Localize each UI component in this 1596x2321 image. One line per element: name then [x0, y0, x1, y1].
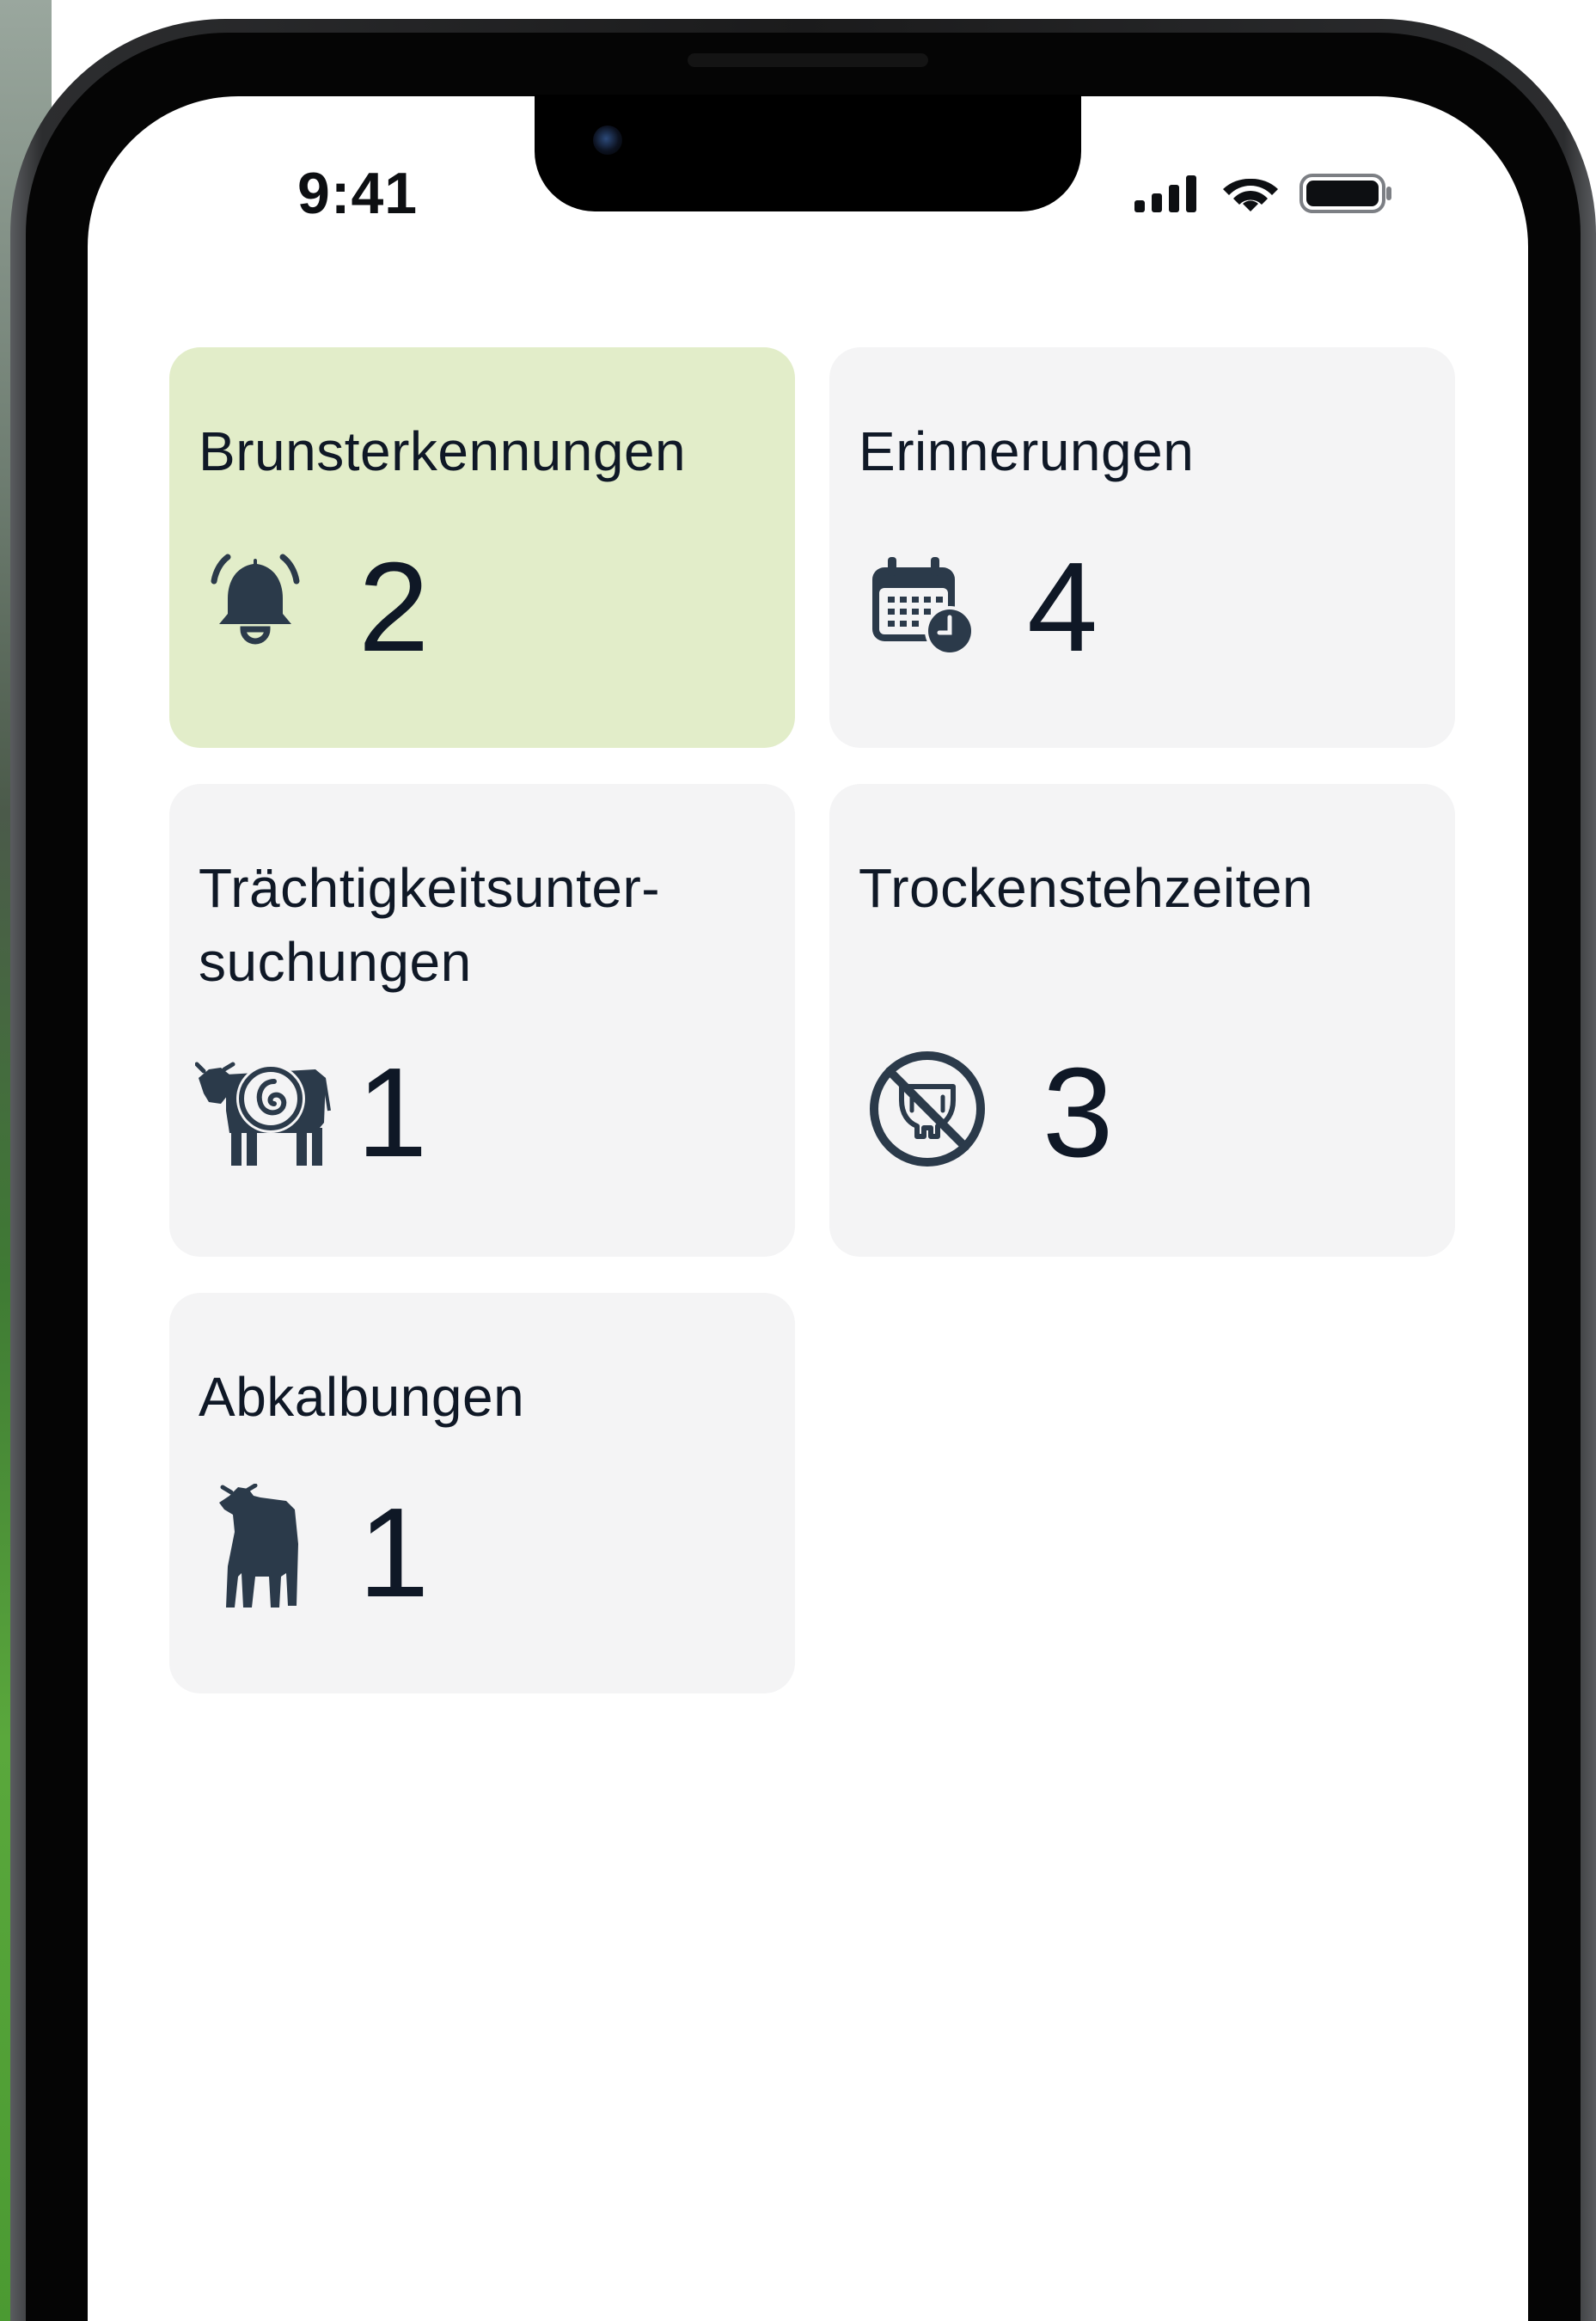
- cellular-signal-icon: [1134, 175, 1196, 212]
- notch: [535, 95, 1081, 211]
- wifi-icon: [1223, 178, 1278, 211]
- card-abkalbungen[interactable]: Abkalbungen 1: [169, 1293, 795, 1693]
- card-trockenstehzeiten[interactable]: Trockenstehzeiten 3: [829, 784, 1455, 1257]
- cow-pregnancy-icon: [195, 1062, 331, 1166]
- card-count: 2: [358, 536, 430, 678]
- card-title: Erinnerungen: [859, 420, 1195, 482]
- card-title: Trockenstehzeiten: [859, 857, 1314, 919]
- card-count: 1: [358, 1482, 430, 1624]
- front-camera: [593, 126, 622, 155]
- card-title: Brunsterkennungen: [199, 420, 687, 482]
- card-title: Abkalbungen: [199, 1366, 525, 1428]
- battery-icon: [1299, 174, 1391, 213]
- card-erinnerungen[interactable]: Erinnerungen 4: [829, 347, 1455, 748]
- card-count: 1: [357, 1042, 428, 1184]
- calendar-clock-icon: [872, 557, 975, 656]
- bell-ringing-icon: [211, 554, 300, 645]
- card-brunsterkennungen[interactable]: Brunsterkennungen 2: [169, 347, 795, 748]
- card-count: 3: [1043, 1042, 1114, 1184]
- card-count: 4: [1027, 536, 1098, 678]
- speaker-slot: [688, 53, 928, 67]
- status-time: 9:41: [297, 161, 419, 226]
- status-icons: [1133, 172, 1394, 215]
- card-title: Trächtigkeitsunter- suchungen: [199, 857, 661, 993]
- calf-icon: [219, 1484, 298, 1608]
- card-traechtigkeitsuntersuchungen[interactable]: Trächtigkeitsunter- suchungen 1: [169, 784, 795, 1257]
- no-milking-udder-icon: [870, 1051, 985, 1167]
